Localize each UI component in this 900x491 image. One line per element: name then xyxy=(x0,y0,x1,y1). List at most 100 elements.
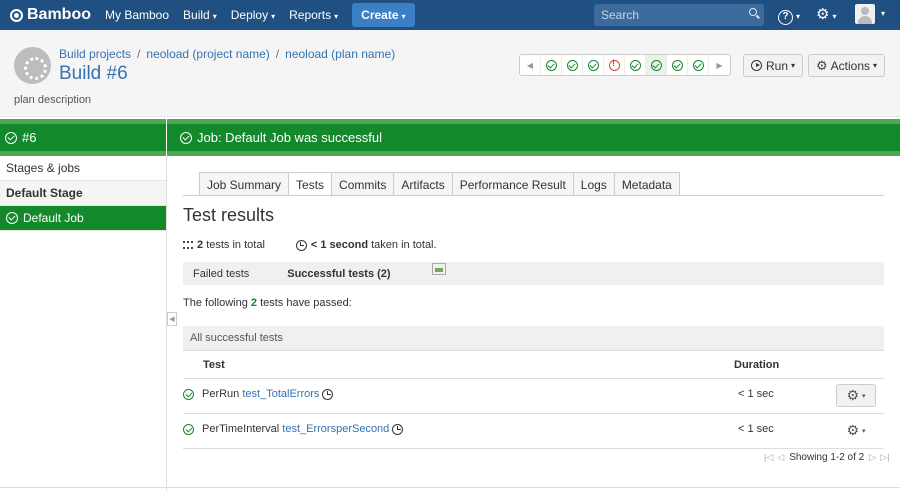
failed-tests-filter[interactable]: Failed tests xyxy=(193,268,249,280)
history-build[interactable] xyxy=(688,55,709,75)
sidebar-stage-heading: Default Stage xyxy=(0,181,166,206)
pagination: |◁ ◁ Showing 1-2 of 2 ▷ ▷| xyxy=(762,452,891,463)
breadcrumb-plan[interactable]: neoload (plan name) xyxy=(285,47,395,61)
history-build[interactable] xyxy=(583,55,604,75)
nav-my-bamboo[interactable]: My Bamboo xyxy=(105,8,169,22)
success-icon xyxy=(183,388,194,400)
tab-metadata[interactable]: Metadata xyxy=(614,172,680,196)
tab-commits[interactable]: Commits xyxy=(332,172,395,196)
top-navigation: Bamboo My Bamboo Build ▾ Deploy ▾ Reports ▾… xyxy=(0,0,900,30)
history-build[interactable] xyxy=(667,55,688,75)
passed-prefix: The following xyxy=(183,297,248,309)
broken-image-icon xyxy=(432,263,446,275)
clock-icon xyxy=(322,388,334,400)
failure-icon xyxy=(608,58,620,71)
build-status-bar: #6 xyxy=(0,119,166,156)
pagination-status: Showing 1-2 of 2 xyxy=(789,452,865,463)
breadcrumb-separator: / xyxy=(275,47,280,61)
build-history-strip: ◀ ▶ xyxy=(519,54,731,76)
history-prev-button[interactable]: ◀ xyxy=(520,55,541,75)
plan-description: plan description xyxy=(14,94,92,106)
history-build-current[interactable] xyxy=(646,55,667,75)
test-duration: < 1 sec xyxy=(738,388,774,400)
create-button[interactable]: Create ▾ xyxy=(352,3,415,27)
chevron-right-icon: ▶ xyxy=(716,60,723,70)
nav-deploy[interactable]: Deploy ▾ xyxy=(231,8,275,22)
test-cell: PerTimeInterval test_ErrorsperSecond xyxy=(183,423,407,435)
test-class-name: PerTimeInterval xyxy=(202,423,280,435)
chevron-left-icon: ◀ xyxy=(169,316,175,323)
run-button[interactable]: Run ▾ xyxy=(743,54,804,77)
history-build[interactable] xyxy=(541,55,562,75)
success-icon xyxy=(650,59,662,71)
test-method-link[interactable]: test_ErrorsperSecond xyxy=(282,423,389,435)
admin-menu[interactable]: ⚙ ▾ xyxy=(816,6,836,26)
sidebar-item-stages-jobs[interactable]: Stages & jobs xyxy=(0,156,166,181)
create-button-label: Create xyxy=(361,8,399,22)
next-page-icon[interactable]: ▷ xyxy=(869,452,876,463)
row-actions-button[interactable]: ⚙ ▾ xyxy=(836,419,876,442)
search-input[interactable]: Search xyxy=(594,4,764,26)
success-icon xyxy=(5,131,17,144)
table-row: PerTimeInterval test_ErrorsperSecond < 1… xyxy=(183,414,884,448)
actions-button[interactable]: ⚙ Actions ▾ xyxy=(808,54,886,77)
job-status-bar: Job: Default Job was successful xyxy=(167,119,900,156)
search-icon xyxy=(749,8,757,16)
sidebar-job-label: Default Job xyxy=(23,211,84,225)
total-duration: < 1 second xyxy=(310,239,369,251)
success-icon xyxy=(671,59,683,71)
success-icon xyxy=(566,59,578,71)
nav-reports[interactable]: Reports ▾ xyxy=(289,8,338,22)
job-status-message: Job: Default Job was successful xyxy=(197,130,382,145)
chevron-down-icon: ▾ xyxy=(212,12,217,21)
gear-icon: ⚙ xyxy=(846,422,860,438)
job-tabs: Job Summary Tests Commits Artifacts Perf… xyxy=(199,172,680,197)
gear-icon: ⚙ xyxy=(816,57,828,73)
successful-tests-filter[interactable]: Successful tests (2) xyxy=(287,268,390,280)
last-page-icon[interactable]: ▷| xyxy=(880,452,889,463)
actions-button-label: Actions xyxy=(830,58,871,73)
success-icon xyxy=(587,59,599,71)
success-icon xyxy=(180,131,192,144)
avatar[interactable] xyxy=(855,4,875,24)
history-next-button[interactable]: ▶ xyxy=(709,55,730,75)
chevron-down-icon: ▾ xyxy=(791,61,796,70)
project-avatar xyxy=(14,47,51,84)
tab-performance-result[interactable]: Performance Result xyxy=(452,172,574,196)
list-icon xyxy=(183,241,193,249)
page-title[interactable]: Build #6 xyxy=(59,63,128,85)
gear-icon: ⚙ xyxy=(846,387,860,403)
row-actions-button[interactable]: ⚙ ▾ xyxy=(836,384,876,407)
history-build[interactable] xyxy=(604,55,625,75)
help-icon: ? xyxy=(778,10,793,25)
test-filter-bar: Failed tests Successful tests (2) xyxy=(183,262,884,285)
column-header-test: Test xyxy=(203,359,225,371)
prev-page-icon[interactable]: ◁ xyxy=(777,452,784,463)
table-row: PerRun test_TotalErrors < 1 sec ⚙ ▾ xyxy=(183,379,884,413)
test-method-link[interactable]: test_TotalErrors xyxy=(242,388,319,400)
test-class-name: PerRun xyxy=(202,388,240,400)
breadcrumb-separator: / xyxy=(137,47,141,61)
bamboo-logo-icon xyxy=(10,8,23,22)
first-page-icon[interactable]: |◁ xyxy=(764,452,773,463)
history-build[interactable] xyxy=(625,55,646,75)
row-divider xyxy=(183,448,884,449)
history-build[interactable] xyxy=(562,55,583,75)
tab-tests[interactable]: Tests xyxy=(289,172,333,197)
nav-build[interactable]: Build ▾ xyxy=(183,8,217,22)
bamboo-logo[interactable]: Bamboo xyxy=(10,6,91,24)
breadcrumb-build-projects[interactable]: Build projects xyxy=(59,47,131,61)
tab-logs[interactable]: Logs xyxy=(573,172,615,196)
sidebar: Stages & jobs Default Stage Default Job xyxy=(0,156,167,491)
breadcrumb: Build projects / neoload (project name) / ne… xyxy=(59,47,395,61)
sidebar-item-default-job[interactable]: Default Job xyxy=(0,206,166,231)
breadcrumb-project[interactable]: neoload (project name) xyxy=(146,47,269,61)
sidebar-collapse-handle[interactable]: ◀ xyxy=(167,312,177,326)
play-icon xyxy=(751,60,762,71)
chevron-down-icon: ▾ xyxy=(862,427,866,435)
tab-artifacts[interactable]: Artifacts xyxy=(394,172,453,196)
build-number: #6 xyxy=(22,130,37,145)
run-button-label: Run xyxy=(766,58,789,73)
help-menu[interactable]: ? ▾ xyxy=(778,6,800,26)
tab-job-summary[interactable]: Job Summary xyxy=(199,172,290,196)
